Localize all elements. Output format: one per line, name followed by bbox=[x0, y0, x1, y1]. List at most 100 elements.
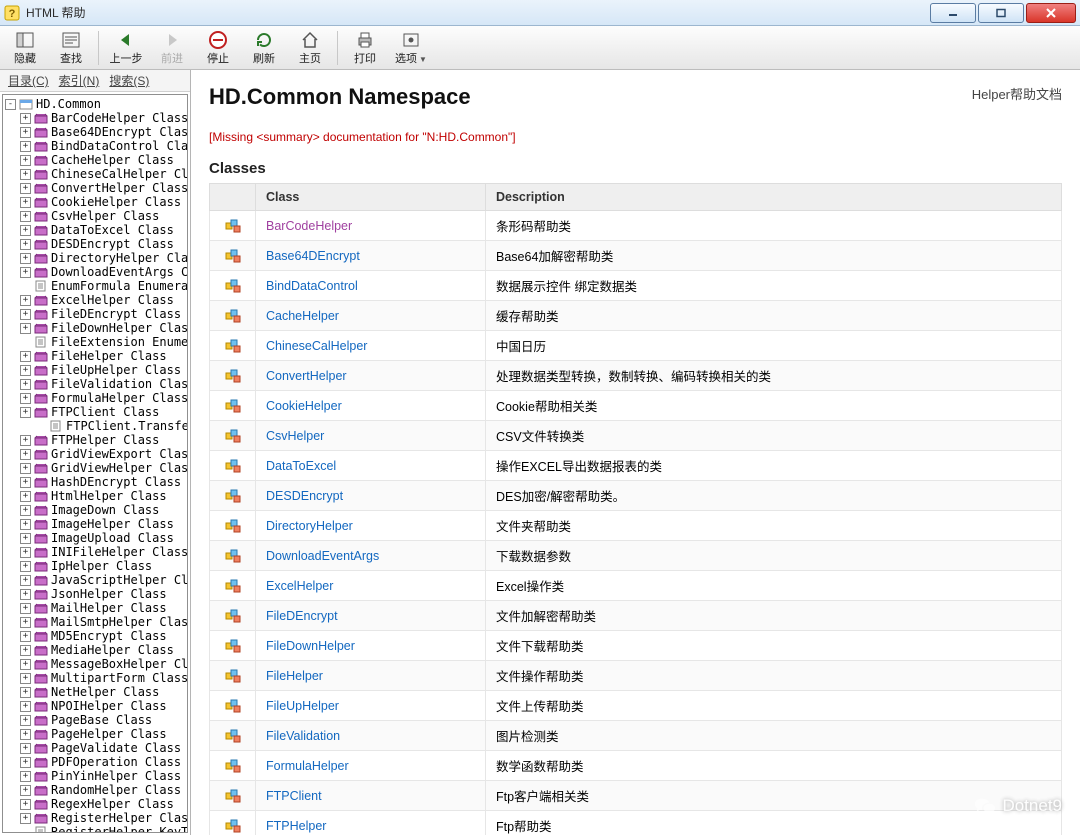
tree-node[interactable]: ChineseCalHelper Cla bbox=[18, 167, 169, 181]
expand-icon[interactable] bbox=[20, 253, 31, 264]
forward-button[interactable]: 前进 bbox=[151, 28, 193, 68]
expand-icon[interactable] bbox=[20, 519, 31, 530]
expand-icon[interactable] bbox=[20, 197, 31, 208]
tree-node[interactable]: MD5Encrypt Class bbox=[18, 629, 169, 643]
tree-node[interactable]: ExcelHelper Class bbox=[18, 293, 169, 307]
tree-node[interactable]: ConvertHelper Class bbox=[18, 181, 169, 195]
expand-icon[interactable] bbox=[20, 351, 31, 362]
tree-node[interactable]: MailHelper Class bbox=[18, 601, 169, 615]
expand-icon[interactable] bbox=[20, 127, 31, 138]
maximize-button[interactable] bbox=[978, 3, 1024, 23]
expand-icon[interactable] bbox=[20, 659, 31, 670]
class-link[interactable]: FormulaHelper bbox=[266, 759, 349, 773]
expand-icon[interactable] bbox=[20, 617, 31, 628]
class-link[interactable]: ConvertHelper bbox=[266, 369, 347, 383]
tree-node[interactable]: JavaScriptHelper Cla bbox=[18, 573, 169, 587]
back-button[interactable]: 上一步 bbox=[105, 28, 147, 68]
tree-node[interactable]: INIFileHelper Class bbox=[18, 545, 169, 559]
tree-node[interactable]: FileDownHelper Class bbox=[18, 321, 169, 335]
tree-node[interactable]: FileValidation Class bbox=[18, 377, 169, 391]
expand-icon[interactable] bbox=[20, 183, 31, 194]
expand-icon[interactable] bbox=[20, 393, 31, 404]
expand-icon[interactable] bbox=[20, 239, 31, 250]
expand-icon[interactable] bbox=[20, 477, 31, 488]
tree-node[interactable]: PDFOperation Class bbox=[18, 755, 169, 769]
class-link[interactable]: Base64DEncrypt bbox=[266, 249, 360, 263]
tree-node[interactable]: MessageBoxHelper Cla bbox=[18, 657, 169, 671]
tree-node[interactable]: DESDEncrypt Class bbox=[18, 237, 169, 251]
expand-icon[interactable] bbox=[20, 771, 31, 782]
class-link[interactable]: FileUpHelper bbox=[266, 699, 339, 713]
expand-icon[interactable] bbox=[20, 701, 31, 712]
expand-icon[interactable] bbox=[20, 491, 31, 502]
tree-node[interactable]: FileDEncrypt Class bbox=[18, 307, 169, 321]
expand-icon[interactable] bbox=[20, 813, 31, 824]
class-link[interactable]: FileHelper bbox=[266, 669, 323, 683]
expand-icon[interactable] bbox=[20, 645, 31, 656]
stop-button[interactable]: 停止 bbox=[197, 28, 239, 68]
tree-node[interactable]: NetHelper Class bbox=[18, 685, 169, 699]
print-button[interactable]: 打印 bbox=[344, 28, 386, 68]
expand-icon[interactable] bbox=[20, 505, 31, 516]
tree-node[interactable]: MediaHelper Class bbox=[18, 643, 169, 657]
find-button[interactable]: 查找 bbox=[50, 28, 92, 68]
expand-icon[interactable] bbox=[20, 323, 31, 334]
close-button[interactable] bbox=[1026, 3, 1076, 23]
tree-node[interactable]: CsvHelper Class bbox=[18, 209, 169, 223]
tree-node[interactable]: RegisterHelper Class bbox=[18, 811, 169, 825]
class-link[interactable]: DirectoryHelper bbox=[266, 519, 353, 533]
expand-icon[interactable] bbox=[20, 743, 31, 754]
class-link[interactable]: BindDataControl bbox=[266, 279, 358, 293]
tree-node[interactable]: PageBase Class bbox=[18, 713, 169, 727]
expand-icon[interactable] bbox=[20, 225, 31, 236]
expand-icon[interactable] bbox=[20, 379, 31, 390]
expand-icon[interactable] bbox=[20, 449, 31, 460]
expand-icon[interactable] bbox=[20, 533, 31, 544]
tree-node[interactable]: HashDEncrypt Class bbox=[18, 475, 169, 489]
tree-node[interactable]: FileExtension Enumer bbox=[18, 335, 169, 349]
class-link[interactable]: FileValidation bbox=[266, 729, 340, 743]
tree-node[interactable]: RandomHelper Class bbox=[18, 783, 169, 797]
collapse-icon[interactable] bbox=[5, 99, 16, 110]
tree-node[interactable]: CacheHelper Class bbox=[18, 153, 169, 167]
content-area[interactable]: HD.Common Namespace Helper帮助文档 [Missing … bbox=[191, 70, 1080, 835]
tree-node[interactable]: FormulaHelper Class bbox=[18, 391, 169, 405]
tree-node[interactable]: Base64DEncrypt Class bbox=[18, 125, 169, 139]
class-link[interactable]: ExcelHelper bbox=[266, 579, 333, 593]
tree-node[interactable]: JsonHelper Class bbox=[18, 587, 169, 601]
tree-node[interactable]: RegexHelper Class bbox=[18, 797, 169, 811]
expand-icon[interactable] bbox=[20, 295, 31, 306]
hide-button[interactable]: 隐藏 bbox=[4, 28, 46, 68]
tree-node[interactable]: DataToExcel Class bbox=[18, 223, 169, 237]
expand-icon[interactable] bbox=[20, 113, 31, 124]
expand-icon[interactable] bbox=[20, 575, 31, 586]
tree-node[interactable]: GridViewExport Class bbox=[18, 447, 169, 461]
class-link[interactable]: DESDEncrypt bbox=[266, 489, 343, 503]
class-link[interactable]: CookieHelper bbox=[266, 399, 342, 413]
expand-icon[interactable] bbox=[20, 211, 31, 222]
class-link[interactable]: CacheHelper bbox=[266, 309, 339, 323]
expand-icon[interactable] bbox=[20, 799, 31, 810]
class-link[interactable]: FileDownHelper bbox=[266, 639, 355, 653]
refresh-button[interactable]: 刷新 bbox=[243, 28, 285, 68]
tree-node[interactable]: ImageHelper Class bbox=[18, 517, 169, 531]
expand-icon[interactable] bbox=[20, 631, 31, 642]
home-button[interactable]: 主页 bbox=[289, 28, 331, 68]
tab-index[interactable]: 索引(N) bbox=[55, 70, 104, 91]
expand-icon[interactable] bbox=[20, 309, 31, 320]
expand-icon[interactable] bbox=[20, 673, 31, 684]
tree-node[interactable]: FileHelper Class bbox=[18, 349, 169, 363]
tree-node[interactable]: CookieHelper Class bbox=[18, 195, 169, 209]
class-link[interactable]: DataToExcel bbox=[266, 459, 336, 473]
expand-icon[interactable] bbox=[20, 407, 31, 418]
expand-icon[interactable] bbox=[20, 785, 31, 796]
tree-node[interactable]: MailSmtpHelper Class bbox=[18, 615, 169, 629]
expand-icon[interactable] bbox=[20, 757, 31, 768]
expand-icon[interactable] bbox=[20, 435, 31, 446]
expand-icon[interactable] bbox=[20, 715, 31, 726]
class-link[interactable]: FTPHelper bbox=[266, 819, 326, 833]
class-link[interactable]: FTPClient bbox=[266, 789, 322, 803]
tree-view[interactable]: HD.Common BarCodeHelper ClassBase64DEncr… bbox=[3, 95, 187, 832]
tree-node[interactable]: ImageDown Class bbox=[18, 503, 169, 517]
tree-node[interactable]: HtmlHelper Class bbox=[18, 489, 169, 503]
